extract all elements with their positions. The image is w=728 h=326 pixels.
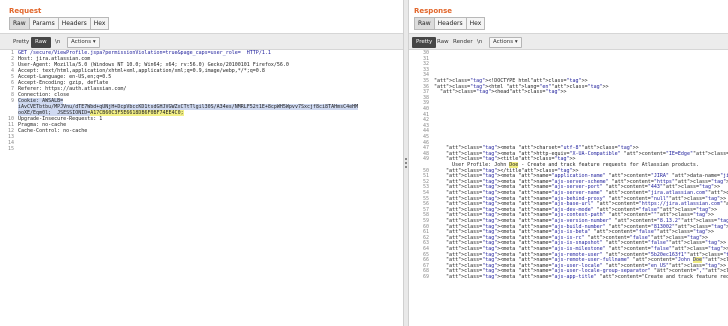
request-newline-toggle[interactable]: \n [51, 37, 64, 48]
splitter-grip-dot [405, 162, 407, 164]
response-editor[interactable]: 30 31 32 33 34 35 "att">class="tag"><!DOCTYPE … [409, 50, 728, 326]
response-tab-raw[interactable]: Raw [414, 17, 434, 30]
request-pane: Request Raw Params Headers Hex Pretty Ra… [0, 0, 403, 326]
request-title: Request [9, 7, 42, 15]
request-editor[interactable]: 1 GET /secure/ViewProfile.jspa?permission… [0, 50, 403, 326]
response-line: 69 "att">class="tag"><meta "att">name="a… [409, 274, 728, 280]
response-title: Response [414, 7, 453, 15]
request-tab-headers[interactable]: Headers [57, 17, 90, 30]
chevron-down-icon: ▾ [92, 39, 96, 45]
response-tab-hex[interactable]: Hex [465, 17, 486, 30]
splitter-grip-dot [405, 158, 407, 160]
response-tab-headers[interactable]: Headers [433, 17, 466, 30]
response-actions-label: Actions [493, 39, 514, 45]
request-pretty-button[interactable]: Pretty [9, 37, 33, 48]
request-actions-label: Actions [71, 39, 92, 45]
line-number: 15 [7, 146, 14, 152]
request-tab-raw[interactable]: Raw [9, 17, 29, 30]
response-pane: Response Raw Headers Hex Pretty Raw Rend… [409, 0, 728, 326]
request-tab-hex[interactable]: Hex [89, 17, 110, 30]
request-raw-button[interactable]: Raw [31, 37, 51, 48]
splitter-grip-dot [405, 166, 407, 168]
response-tabs: Raw Headers Hex [414, 17, 486, 30]
request-tabs: Raw Params Headers Hex [9, 17, 110, 30]
chevron-down-icon: ▾ [514, 39, 518, 45]
response-actions-button[interactable]: Actions ▾ [489, 37, 522, 48]
response-line-text: "att">class="tag"><meta "att">name="ajs-… [446, 274, 728, 280]
request-actions-button[interactable]: Actions ▾ [67, 37, 100, 48]
request-tab-params[interactable]: Params [28, 17, 58, 30]
response-newline-toggle[interactable]: \n [473, 37, 486, 48]
request-toolbar: Pretty Raw \n Actions ▾ [0, 33, 403, 50]
request-line: 15 [0, 146, 403, 152]
response-toolbar: Pretty Raw Render \n Actions ▾ [409, 33, 728, 50]
line-number: 69 [422, 274, 429, 280]
